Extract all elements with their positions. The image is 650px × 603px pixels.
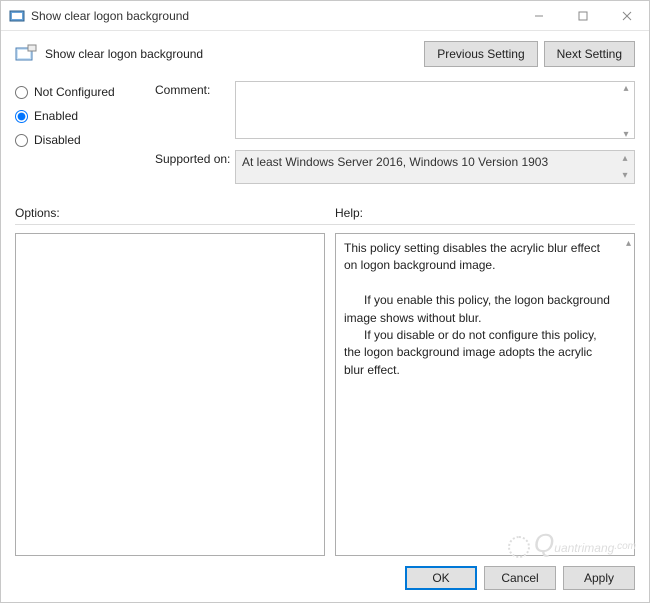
supported-on-text: At least Windows Server 2016, Windows 10… xyxy=(242,155,548,169)
apply-button[interactable]: Apply xyxy=(563,566,635,590)
radio-disabled[interactable]: Disabled xyxy=(15,133,145,147)
scroll-up-icon[interactable]: ▴ xyxy=(619,83,633,94)
policy-title: Show clear logon background xyxy=(45,47,418,61)
supported-label: Supported on: xyxy=(155,150,235,166)
supported-on-value: At least Windows Server 2016, Windows 10… xyxy=(235,150,635,184)
cancel-button[interactable]: Cancel xyxy=(484,566,556,590)
previous-setting-button[interactable]: Previous Setting xyxy=(424,41,537,67)
panels: ▴ This policy setting disables the acryl… xyxy=(1,233,649,556)
scroll-down-icon[interactable]: ▾ xyxy=(618,170,632,181)
close-button[interactable] xyxy=(605,1,649,30)
state-radio-group: Not Configured Enabled Disabled xyxy=(15,81,145,192)
radio-disabled-label: Disabled xyxy=(34,133,81,147)
window-controls xyxy=(517,1,649,30)
fields-column: Comment: ▴ ▾ Supported on: At least Wind… xyxy=(155,81,635,192)
options-label: Options: xyxy=(15,206,325,220)
supported-field-row: Supported on: At least Windows Server 20… xyxy=(155,150,635,184)
radio-not-configured-label: Not Configured xyxy=(34,85,115,99)
scroll-up-icon[interactable]: ▴ xyxy=(618,153,632,164)
separator xyxy=(15,224,635,225)
options-panel xyxy=(15,233,325,556)
help-text-p2: If you enable this policy, the logon bac… xyxy=(344,292,614,327)
radio-not-configured[interactable]: Not Configured xyxy=(15,85,145,99)
comment-field-row: Comment: ▴ ▾ xyxy=(155,81,635,142)
radio-enabled-input[interactable] xyxy=(15,110,28,123)
scroll-down-icon[interactable]: ▾ xyxy=(619,129,633,140)
help-label: Help: xyxy=(335,206,635,220)
window-title: Show clear logon background xyxy=(31,9,517,23)
radio-enabled-label: Enabled xyxy=(34,109,78,123)
section-labels: Options: Help: xyxy=(1,196,649,224)
footer-buttons: OK Cancel Apply xyxy=(1,556,649,602)
titlebar: Show clear logon background xyxy=(1,1,649,31)
ok-button[interactable]: OK xyxy=(405,566,477,590)
maximize-button[interactable] xyxy=(561,1,605,30)
policy-icon xyxy=(15,44,37,64)
app-icon xyxy=(9,8,25,24)
scroll-up-icon[interactable]: ▴ xyxy=(626,237,631,252)
radio-disabled-input[interactable] xyxy=(15,134,28,147)
header-row: Show clear logon background Previous Set… xyxy=(1,31,649,75)
config-area: Not Configured Enabled Disabled Comment:… xyxy=(1,75,649,196)
help-text-p3: If you disable or do not configure this … xyxy=(344,327,614,379)
radio-not-configured-input[interactable] xyxy=(15,86,28,99)
comment-input[interactable] xyxy=(235,81,635,139)
policy-dialog: Show clear logon background Show clear l… xyxy=(0,0,650,603)
comment-label: Comment: xyxy=(155,81,235,97)
help-panel: ▴ This policy setting disables the acryl… xyxy=(335,233,635,556)
help-text-p1: This policy setting disables the acrylic… xyxy=(344,241,600,272)
next-setting-button[interactable]: Next Setting xyxy=(544,41,635,67)
minimize-button[interactable] xyxy=(517,1,561,30)
radio-enabled[interactable]: Enabled xyxy=(15,109,145,123)
